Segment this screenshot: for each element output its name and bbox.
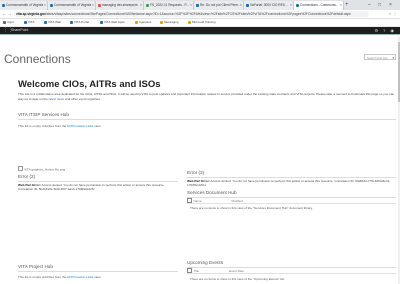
bookmark-icon [24, 20, 27, 24]
extension-icons[interactable]: ☆ ⋮ [388, 10, 397, 18]
tab-label: VaPortal: 3000 CIO RES... [250, 3, 288, 7]
promotion-links-link[interactable]: All Promotion Links [67, 275, 93, 279]
browser-tab[interactable]: Commonwealth of Virginia × [48, 1, 96, 10]
address-bar-row: ← → vita.sp.virginia.gov/sites/vitasp/si… [0, 10, 400, 19]
close-window-icon[interactable]: × [389, 0, 392, 10]
browser-tab-active[interactable]: Connections - Commonw... × [294, 1, 344, 10]
tab-label: managing dev.sharepoint [102, 3, 138, 7]
bookmark-item[interactable]: VITA Portal [70, 19, 89, 26]
upcoming-events-heading[interactable]: Upcoming Events [187, 260, 223, 265]
right-error-message: Web Part Error: Access denied. You do no… [187, 179, 391, 188]
tab-favicon-icon [145, 3, 149, 7]
folder-icon [135, 20, 138, 24]
intro-link[interactable]: latest news [49, 97, 64, 101]
section-divider [18, 271, 178, 272]
tab-favicon-icon [97, 3, 101, 7]
new-tab-button[interactable]: + [345, 0, 349, 10]
browser-tab-strip: Commonwealth of Virginia × Commonwealth … [0, 0, 400, 10]
header-accent-rule [0, 34, 400, 35]
select-all-checkbox[interactable] [187, 268, 192, 273]
tab-close-icon[interactable]: × [290, 1, 292, 10]
section-divider [18, 181, 178, 182]
bookmark-icon [70, 20, 73, 24]
services-hub-empty-message: There are no items to show in this view … [190, 206, 313, 210]
tab-label: Commonwealth of Virginia [6, 3, 44, 7]
bookmark-item[interactable]: Agencies [135, 19, 151, 26]
bookmark-icon [44, 20, 47, 24]
itsip-hub-heading[interactable]: VITA ITSIP Services Hub [18, 112, 69, 117]
folder-icon [188, 20, 191, 24]
browser-tab[interactable]: Commonwealth of Virginia × [0, 1, 48, 10]
search-placeholder: Search this site [367, 56, 388, 60]
column-header-modified[interactable]: Modified [232, 199, 243, 204]
tab-close-icon[interactable]: × [240, 1, 242, 10]
column-header-event-date[interactable]: Event Date [229, 269, 244, 274]
tab-label: FS_2022-11 Requests - P... [150, 3, 189, 7]
site-title[interactable]: Connections [4, 52, 71, 66]
column-header-name[interactable]: Name [194, 199, 202, 204]
left-error-message: Web Part Error: Access denied. You do no… [18, 183, 165, 192]
url-host: vita.sp.virginia.gov [16, 12, 46, 16]
tab-favicon-icon [245, 3, 249, 7]
page-title: Welcome CIOs, AITRs and ISOs [18, 79, 161, 90]
broken-image: VITA graphics_Hunter.Mu.png [18, 166, 65, 172]
broken-image-icon [18, 166, 23, 171]
search-icon[interactable]: ⌕ [392, 55, 394, 61]
tab-label: Re: Do not put Client Perm... [200, 3, 241, 7]
services-hub-heading[interactable]: Services Document Hub [187, 190, 237, 195]
tab-close-icon[interactable]: × [190, 1, 192, 10]
project-hub-heading[interactable]: VITA Project Hub [18, 264, 53, 269]
tab-favicon-icon [49, 3, 53, 7]
tab-close-icon[interactable]: × [140, 1, 142, 10]
upcoming-events-column-headers: Title Event Date [187, 268, 396, 274]
browser-tab[interactable]: FS_2022-11 Requests - P... × [144, 1, 194, 10]
suite-title[interactable]: SharePoint [11, 27, 28, 34]
left-error-heading: Error (2) [18, 174, 36, 179]
bookmark-item[interactable]: VITA Web Apps [100, 19, 125, 26]
bookmark-item[interactable]: VITA Web [44, 19, 61, 26]
column-header-title[interactable]: Title [194, 269, 200, 274]
bookmarks-bar: Apps VITA VITA Web VITA Portal VITA Web … [0, 19, 400, 27]
tab-close-icon[interactable]: × [92, 1, 94, 10]
folder-icon [160, 20, 163, 24]
upcoming-events-empty-message: There are no items to show in this view … [190, 277, 285, 281]
suite-bar: ⋮⋮ SharePoint ⚙ ? ◉ [0, 27, 400, 34]
bookmark-icon [100, 20, 103, 24]
forward-icon[interactable]: → [7, 10, 12, 18]
tab-favicon-icon [1, 3, 5, 7]
promotion-links-link[interactable]: All Promotion Links [67, 124, 93, 128]
tab-close-icon[interactable]: × [44, 1, 46, 10]
browser-tab[interactable]: Re: Do not put Client Perm... × [194, 1, 244, 10]
maximize-icon[interactable]: □ [378, 0, 381, 10]
section-divider [18, 119, 396, 120]
url-field[interactable]: vita.sp.virginia.gov/sites/vitasp/sites/… [14, 11, 369, 17]
itsip-hub-empty-message: This list is empty. Add files from the A… [18, 124, 102, 128]
services-hub-column-headers: Name Modified [187, 198, 396, 204]
tab-label: Connections - Commonw... [300, 3, 339, 7]
browser-tab[interactable]: managing dev.sharepoint × [96, 1, 144, 10]
select-all-checkbox[interactable] [187, 198, 192, 203]
bookmark-item[interactable]: Microsoft Training [188, 19, 216, 26]
url-path: /sites/vitasp/sites/connections/SitePage… [45, 12, 351, 16]
right-error-heading: Error (3) [187, 170, 205, 175]
section-divider [187, 177, 396, 178]
apps-icon [3, 20, 6, 24]
bookmark-item[interactable]: VITA [24, 19, 34, 26]
site-search-input[interactable]: Search this site ⌕ [364, 54, 396, 60]
tab-favicon-icon [195, 3, 199, 7]
tab-favicon-icon [295, 3, 299, 7]
intro-paragraph: This site is a collaborative area dedica… [18, 92, 395, 101]
bookmark-item[interactable]: Messaging [160, 19, 179, 26]
tab-label: Commonwealth of Virginia [54, 3, 92, 7]
browser-tab[interactable]: VaPortal: 3000 CIO RES... × [244, 1, 294, 10]
project-hub-empty-message: This list is empty. Add files from the A… [18, 275, 102, 279]
tab-close-icon[interactable]: × [340, 1, 342, 10]
suite-action-icons[interactable]: ⚙ ? ◉ [374, 27, 396, 34]
minimize-icon[interactable]: – [368, 0, 371, 10]
bookmark-item[interactable]: Apps [3, 19, 14, 26]
